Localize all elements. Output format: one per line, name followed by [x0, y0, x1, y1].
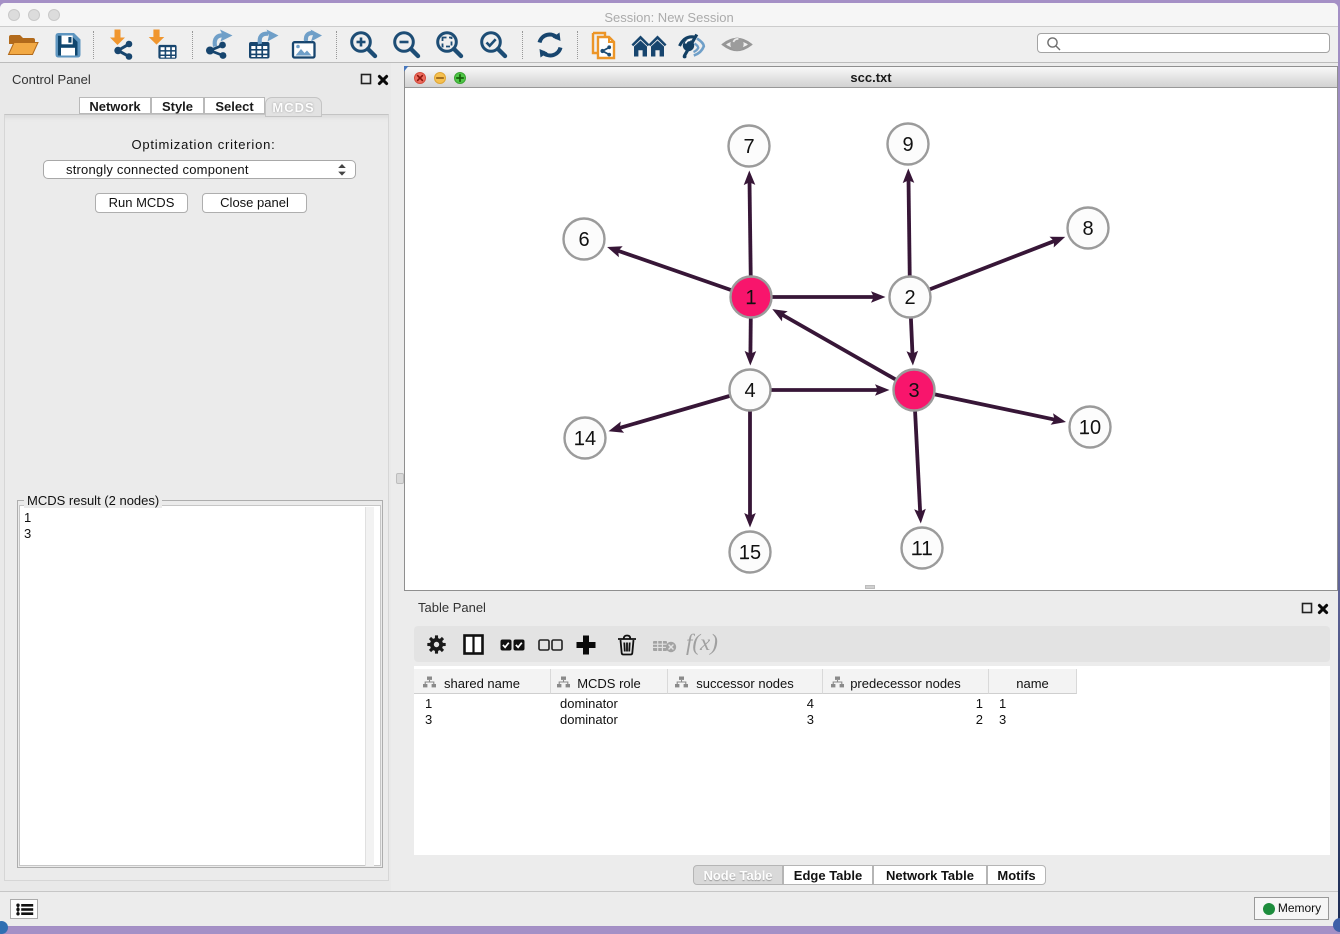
svg-text:2: 2	[904, 287, 915, 309]
svg-text:3: 3	[908, 380, 919, 402]
svg-text:4: 4	[744, 380, 755, 402]
svg-text:9: 9	[902, 134, 913, 156]
svg-text:7: 7	[743, 136, 754, 158]
svg-text:14: 14	[574, 428, 596, 450]
svg-text:6: 6	[578, 229, 589, 251]
svg-text:1: 1	[745, 287, 756, 309]
svg-text:10: 10	[1079, 417, 1101, 439]
svg-text:8: 8	[1082, 218, 1093, 240]
svg-text:11: 11	[912, 538, 933, 560]
svg-text:15: 15	[739, 542, 761, 564]
